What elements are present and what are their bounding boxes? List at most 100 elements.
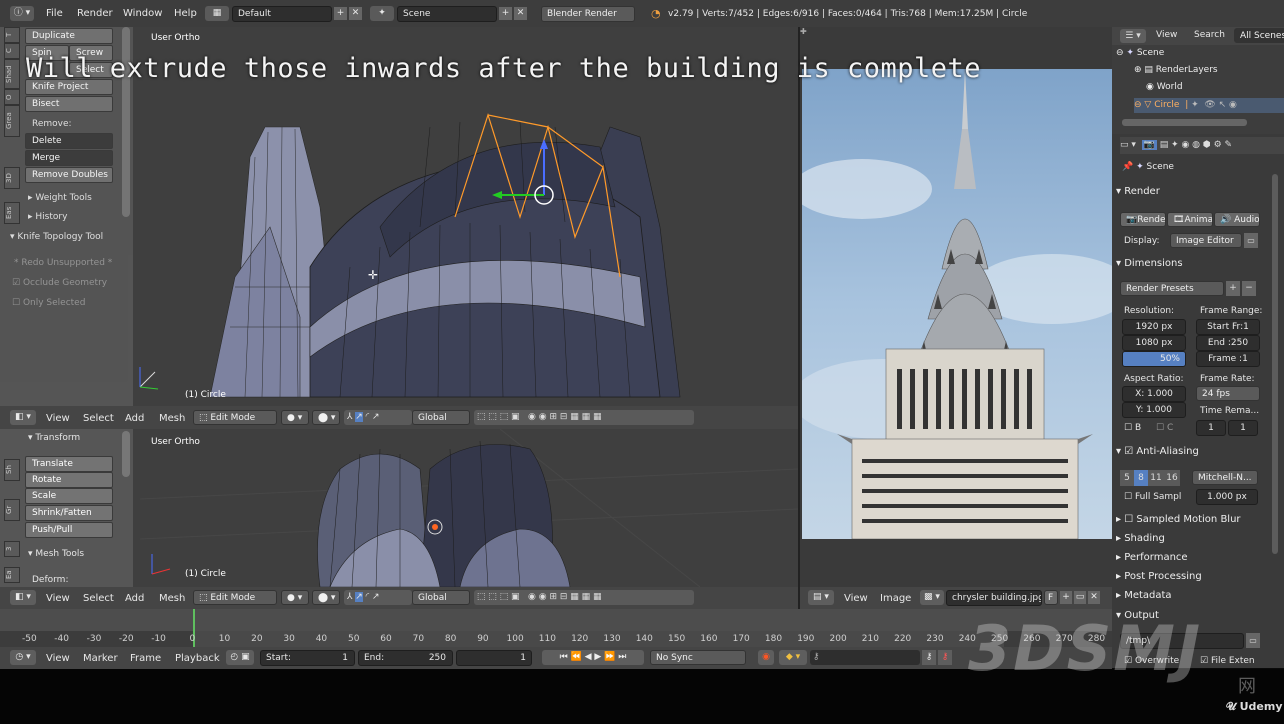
outliner-item-scene[interactable]: ⊖ ✦ Scene [1116, 48, 1164, 58]
image-name-field[interactable]: chrysler building.jpg [946, 590, 1042, 606]
only-selected-checkbox[interactable]: ☐ Only Selected [12, 298, 85, 308]
animation-button[interactable]: 🎞Animati [1167, 212, 1213, 227]
occlude-geometry-checkbox[interactable]: ☑ Occlude Geometry [12, 278, 107, 288]
image-browse-icon[interactable]: ▩ ▾ [920, 590, 944, 605]
filter-size-field[interactable]: 1.000 px [1196, 489, 1258, 505]
transform-panel[interactable]: ▾ Transform [28, 433, 80, 443]
scene-add-icon[interactable]: + [499, 7, 512, 20]
full-sample-checkbox[interactable]: ☐ Full Sampl [1124, 492, 1181, 502]
render-button[interactable]: 📷Render [1120, 212, 1166, 227]
layer-buttons-bottom[interactable]: ⬚ ⬚ ⬚ ▣ ◉ ◉ ⊞ ⊟ ▦ ▦ ▦ [474, 590, 694, 605]
orientation-selector[interactable]: Global [412, 410, 470, 425]
menu-file[interactable]: File [46, 8, 63, 19]
keying-set-icon[interactable]: ◆ ▾ [779, 650, 807, 665]
frame-step-field[interactable]: Frame :1 [1196, 351, 1260, 367]
outliner-filter-dropdown[interactable]: All Scenes [1234, 28, 1284, 43]
outliner-menu-search[interactable]: Search [1194, 30, 1225, 40]
playback-controls[interactable]: ⏮ ⏪ ◀ ▶ ⏩ ⏭ [542, 650, 644, 665]
file-extension-checkbox[interactable]: ☑ File Exten [1200, 656, 1255, 666]
start-frame-field[interactable]: Start: 1 [260, 650, 355, 666]
keyframe-insert-icon[interactable]: ⚷ [922, 650, 936, 665]
image-unlink-icon[interactable]: ✕ [1088, 591, 1100, 604]
outliner-type-icon[interactable]: ☰ ▾ [1120, 29, 1146, 43]
editor-type-icon[interactable]: ◧ ▾ [10, 410, 36, 425]
keyframe-delete-icon[interactable]: ⚷ [938, 650, 952, 665]
aa-filter-dropdown[interactable]: Mitchell-N... [1192, 470, 1258, 485]
menu-add[interactable]: Add [125, 413, 144, 424]
outliner-item-world[interactable]: ◉ World [1146, 82, 1183, 92]
timeline-menu-view[interactable]: View [46, 653, 70, 664]
tab-3d[interactable]: 3D [4, 167, 20, 189]
display-window-icon[interactable]: ▭ [1244, 233, 1258, 248]
outliner-menu-view[interactable]: View [1156, 30, 1177, 40]
render-panel-header[interactable]: ▾ Render [1116, 186, 1160, 197]
editor-type-icon-bottom[interactable]: ◧ ▾ [10, 590, 36, 605]
outliner-item-circle[interactable]: ⊖ ▽ Circle | ✦ 👁 ↖ ◉ [1134, 98, 1284, 113]
image-editor-type-icon[interactable]: ▤ ▾ [808, 590, 834, 605]
tab-create[interactable]: C [4, 43, 20, 59]
mode-selector[interactable]: ⬚ Edit Mode [193, 410, 277, 425]
layer-buttons[interactable]: ⬚ ⬚ ⬚ ▣ ◉ ◉ ⊞ ⊟ ▦ ▦ ▦ [474, 410, 694, 425]
fps-dropdown[interactable]: 24 fps [1196, 386, 1260, 401]
tab-gr[interactable]: Gr [4, 499, 20, 521]
timeline-menu-playback[interactable]: Playback [175, 653, 220, 664]
aa-samples-group[interactable]: 5 8 11 16 [1120, 470, 1184, 486]
menu-help[interactable]: Help [174, 8, 197, 19]
frame-start-field[interactable]: Start Fr:1 [1196, 319, 1260, 335]
aspect-y-field[interactable]: Y: 1.000 [1122, 402, 1186, 418]
menu-select-bottom[interactable]: Select [83, 593, 114, 604]
outliner-item-renderlayers[interactable]: ⊕ ▤ RenderLayers [1134, 65, 1218, 75]
toolshelf-bottom-scrollbar[interactable] [122, 431, 130, 477]
manipulator-icons-bottom[interactable]: ⅄ ↗ ◜ ↗ [344, 590, 412, 605]
menu-add-bottom[interactable]: Add [125, 593, 144, 604]
resolution-x-field[interactable]: 1920 px [1122, 319, 1186, 335]
mesh-tools-panel[interactable]: ▾ Mesh Tools [28, 549, 84, 559]
layout-add-icon[interactable]: + [334, 7, 347, 20]
anti-aliasing-panel-header[interactable]: ▾ ☑ Anti-Aliasing [1116, 446, 1199, 457]
bisect-button[interactable]: Bisect [25, 96, 113, 112]
tab-grease[interactable]: Grea [4, 105, 20, 137]
translate-button[interactable]: Translate [25, 456, 113, 472]
aa-sample-8[interactable]: 8 [1134, 470, 1148, 486]
crop-checkbox[interactable]: ☐ C [1156, 423, 1173, 433]
sampled-motion-blur-panel[interactable]: ▸ ☐ Sampled Motion Blur [1116, 514, 1241, 525]
menu-image-view[interactable]: View [844, 593, 868, 604]
weight-tools-panel[interactable]: ▸ Weight Tools [28, 193, 92, 203]
time-remap-new-field[interactable]: 1 [1228, 420, 1258, 436]
image-editor[interactable]: ✚ [800, 27, 1112, 587]
border-checkbox[interactable]: ☐ B [1124, 423, 1141, 433]
menu-image[interactable]: Image [880, 593, 911, 604]
fake-user-button[interactable]: F [1044, 590, 1058, 605]
image-new-icon[interactable]: + [1060, 591, 1072, 604]
output-folder-icon[interactable]: ▭ [1246, 633, 1260, 648]
shrink-fatten-button[interactable]: Shrink/Fatten [25, 505, 113, 521]
orientation-selector-bottom[interactable]: Global [412, 590, 470, 605]
history-panel[interactable]: ▸ History [28, 212, 67, 222]
menu-select[interactable]: Select [83, 413, 114, 424]
layout-icon[interactable]: ▦ [205, 6, 229, 21]
aa-sample-5[interactable]: 5 [1120, 470, 1134, 486]
timeline-area[interactable] [0, 609, 1112, 647]
delete-dropdown[interactable]: Delete [25, 133, 113, 149]
sync-dropdown[interactable]: No Sync [650, 650, 746, 665]
image-editor-left-corner-icon[interactable]: ✚ [800, 27, 810, 37]
keying-set-field[interactable]: ⚷ [810, 650, 920, 665]
shading-selector-bottom[interactable]: ● ▾ [281, 590, 309, 605]
tab-eas[interactable]: Eas [4, 202, 20, 224]
render-presets-dropdown[interactable]: Render Presets [1120, 281, 1224, 296]
info-editor-icon[interactable]: ⓘ ▾ [10, 6, 34, 21]
preset-remove-icon[interactable]: − [1242, 281, 1256, 296]
tab-options[interactable]: O [4, 89, 20, 105]
preview-range-icon[interactable]: ◴ ▣ [226, 650, 254, 665]
current-frame-field[interactable]: 1 [456, 650, 532, 666]
image-open-icon[interactable]: ▭ [1074, 591, 1086, 604]
layout-selector[interactable]: Default [232, 6, 332, 22]
menu-window[interactable]: Window [123, 8, 162, 19]
manipulator-icons[interactable]: ⅄ ↗ ◜ ↗ [344, 410, 412, 425]
resolution-y-field[interactable]: 1080 px [1122, 335, 1186, 351]
scene-remove-icon[interactable]: ✕ [514, 7, 527, 20]
menu-view-bottom[interactable]: View [46, 593, 70, 604]
display-dropdown[interactable]: Image Editor [1170, 233, 1242, 248]
tab-sh[interactable]: Sh [4, 459, 20, 481]
tab-3[interactable]: 3 [4, 541, 20, 557]
